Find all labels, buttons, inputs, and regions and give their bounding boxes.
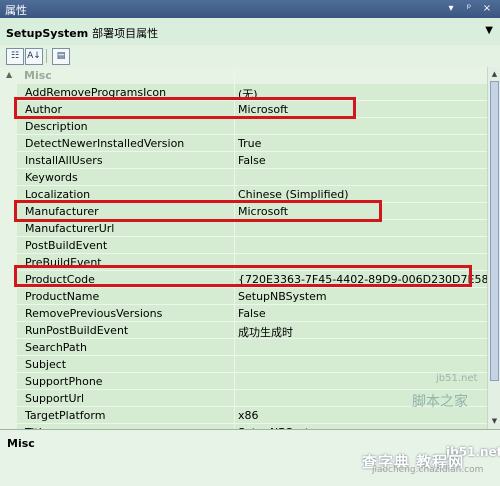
close-icon[interactable]: × <box>480 1 494 16</box>
property-name: Keywords <box>25 171 78 184</box>
property-row[interactable]: PostBuildEvent <box>17 237 487 254</box>
property-value[interactable]: False <box>238 307 266 320</box>
object-type: 部署项目属性 <box>92 27 159 40</box>
property-row[interactable]: SearchPath <box>17 339 487 356</box>
property-row[interactable]: ManufacturerUrl <box>17 220 487 237</box>
property-pages-icon[interactable]: ▤ <box>52 48 70 65</box>
property-grid: ▲ Misc AddRemoveProgramsIcon (无) Author Mic… <box>0 67 487 429</box>
property-name: RemovePreviousVersions <box>25 307 163 320</box>
property-toolbar: ☷ A↓ ▤ <box>0 45 500 68</box>
vertical-scrollbar[interactable]: ▲ ▼ <box>487 67 500 429</box>
scroll-down-icon[interactable]: ▼ <box>489 415 500 427</box>
watermark-url: jiaocheng.chazidian.com <box>372 465 484 475</box>
property-row[interactable]: InstallAllUsers False <box>17 152 487 169</box>
highlight-productcode <box>14 265 472 287</box>
description-title: Misc <box>7 437 35 450</box>
highlight-author <box>14 97 356 119</box>
property-name: Subject <box>25 358 67 371</box>
category-label: Misc <box>24 69 52 82</box>
property-value[interactable]: 成功生成时 <box>238 324 293 340</box>
property-row[interactable]: Keywords <box>17 169 487 186</box>
scroll-thumb[interactable] <box>490 81 499 381</box>
property-row[interactable]: DetectNewerInstalledVersion True <box>17 135 487 152</box>
property-name: SupportUrl <box>25 392 85 405</box>
panel-title: 属性 <box>5 4 27 17</box>
property-row[interactable]: Subject <box>17 356 487 373</box>
categorized-icon[interactable]: ☷ <box>6 48 24 65</box>
collapse-icon[interactable]: ▲ <box>6 70 12 79</box>
dropdown-icon[interactable]: ▾ <box>444 1 458 16</box>
column-divider[interactable] <box>234 67 235 429</box>
property-name: DetectNewerInstalledVersion <box>25 137 185 150</box>
property-row[interactable]: SupportPhone <box>17 373 487 390</box>
property-name: ManufacturerUrl <box>25 222 115 235</box>
object-name-wrap: SetupSystem 部署项目属性 <box>6 25 158 41</box>
scroll-up-icon[interactable]: ▲ <box>489 68 500 80</box>
highlight-manufacturer <box>14 200 382 222</box>
panel-titlebar: 属性 ▾ ᵖ × <box>0 0 500 18</box>
toolbar-divider <box>46 49 47 63</box>
property-name: SupportPhone <box>25 375 103 388</box>
property-name: RunPostBuildEvent <box>25 324 129 337</box>
property-name: SearchPath <box>25 341 87 354</box>
grid-margin <box>0 67 17 429</box>
property-name: Description <box>25 120 88 133</box>
sort-alpha-icon[interactable]: A↓ <box>25 48 43 65</box>
category-row[interactable]: ▲ Misc <box>0 67 487 84</box>
property-name: InstallAllUsers <box>25 154 103 167</box>
property-value[interactable]: x86 <box>238 409 259 422</box>
property-value[interactable]: False <box>238 154 266 167</box>
chevron-down-icon[interactable]: ▼ <box>485 25 493 36</box>
property-row[interactable]: RemovePreviousVersions False <box>17 305 487 322</box>
property-name: TargetPlatform <box>25 409 106 422</box>
property-value[interactable]: True <box>238 137 261 150</box>
property-row[interactable]: RunPostBuildEvent 成功生成时 <box>17 322 487 339</box>
property-name: PostBuildEvent <box>25 239 108 252</box>
property-row[interactable]: Description <box>17 118 487 135</box>
watermark-corner: 脚本之家 <box>412 394 468 410</box>
property-row[interactable]: ProductName SetupNBSystem <box>17 288 487 305</box>
property-value[interactable]: SetupNBSystem <box>238 290 327 303</box>
object-name: SetupSystem <box>6 27 89 40</box>
property-name: ProductName <box>25 290 100 303</box>
watermark-corner-site: jb51.net <box>436 373 478 384</box>
object-selector[interactable]: SetupSystem 部署项目属性 ▼ <box>0 18 500 46</box>
pin-icon[interactable]: ᵖ <box>462 1 476 16</box>
